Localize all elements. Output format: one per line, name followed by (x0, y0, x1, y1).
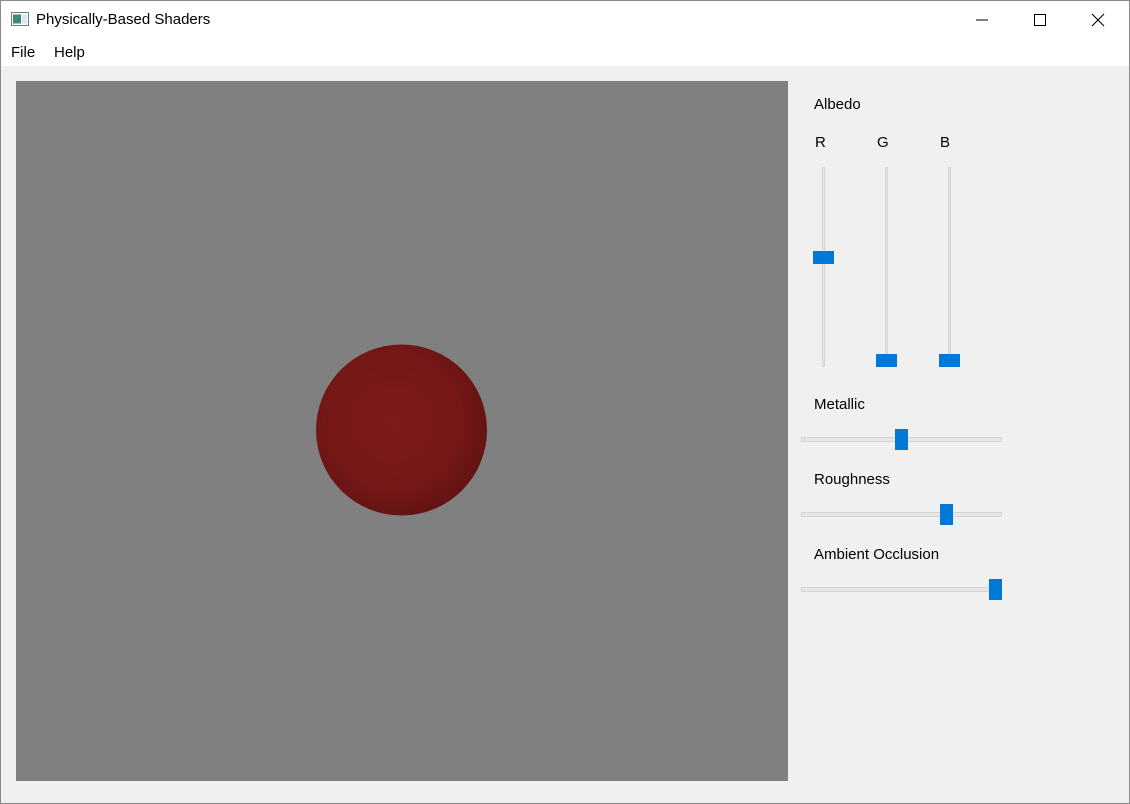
minimize-icon (976, 19, 988, 21)
albedo-b-label: B (940, 134, 951, 151)
title-bar[interactable]: Physically-Based Shaders (1, 1, 1129, 38)
menu-file[interactable]: File (11, 44, 35, 61)
slider-handle[interactable] (939, 354, 960, 367)
slider-handle[interactable] (813, 251, 834, 264)
menu-bar: File Help (1, 38, 1129, 66)
minimize-button[interactable] (953, 1, 1011, 38)
metallic-slider[interactable] (801, 429, 1002, 451)
slider-handle[interactable] (876, 354, 897, 367)
slider-groove (885, 167, 888, 367)
ambient-occlusion-label: Ambient Occlusion (814, 546, 940, 563)
menu-help[interactable]: Help (54, 44, 85, 61)
albedo-b-slider[interactable] (939, 167, 961, 367)
roughness-slider[interactable] (801, 504, 1002, 526)
slider-handle[interactable] (895, 429, 908, 450)
albedo-g-slider[interactable] (876, 167, 898, 367)
roughness-label: Roughness (814, 471, 890, 488)
close-icon (1091, 13, 1105, 27)
render-viewport[interactable] (16, 81, 788, 781)
albedo-r-label: R (815, 134, 826, 151)
app-window: Physically-Based Shaders File Help Albed… (0, 0, 1130, 804)
shaded-sphere (316, 344, 487, 516)
slider-groove (948, 167, 951, 367)
albedo-label: Albedo (814, 96, 861, 113)
window-title: Physically-Based Shaders (36, 11, 211, 28)
close-button[interactable] (1069, 1, 1127, 38)
slider-groove (801, 587, 1002, 592)
albedo-g-label: G (877, 134, 889, 151)
metallic-label: Metallic (814, 396, 865, 413)
maximize-button[interactable] (1011, 1, 1069, 38)
albedo-r-slider[interactable] (813, 167, 835, 367)
maximize-icon (1034, 14, 1046, 26)
slider-handle[interactable] (940, 504, 953, 525)
slider-groove (801, 512, 1002, 517)
slider-groove (822, 167, 825, 367)
app-window-icon (11, 12, 29, 26)
ambient-occlusion-slider[interactable] (801, 579, 1002, 601)
slider-handle[interactable] (989, 579, 1002, 600)
